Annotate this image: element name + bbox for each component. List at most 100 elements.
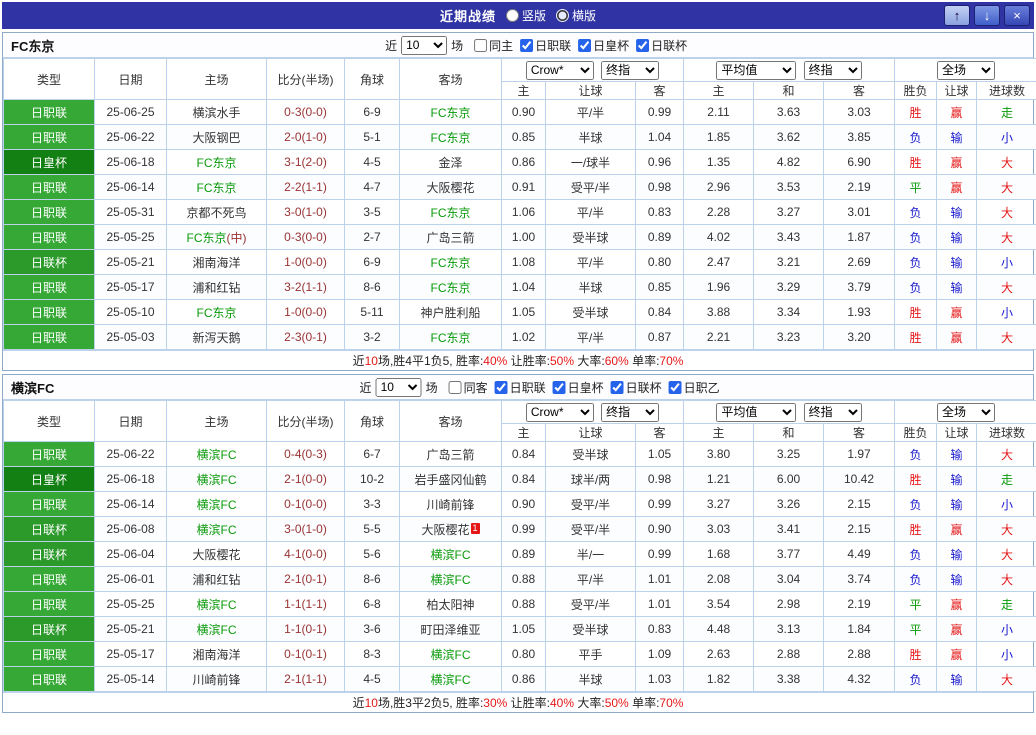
col-corner: 角球 <box>344 58 400 100</box>
vertical-radio[interactable] <box>505 9 519 22</box>
away-team: FC东京 <box>399 324 502 350</box>
handicap-away-odds: 1.01 <box>635 591 684 617</box>
neutral-ground-note: (中) <box>226 230 247 245</box>
footer-stat-segment: 单率: <box>628 696 660 710</box>
final-score: 3-0(1-0) <box>266 199 345 225</box>
col-type: 类型 <box>3 58 95 100</box>
league-badge: 日皇杯 <box>3 466 95 492</box>
avg-draw-odds: 2.98 <box>753 591 824 617</box>
view-option-horizontal[interactable]: 横版 <box>556 7 596 24</box>
corner-score: 5-5 <box>344 516 400 542</box>
filter-checkbox[interactable]: 日职联 <box>520 37 571 54</box>
match-count-select[interactable]: 10 <box>401 35 448 55</box>
result-handicap: 赢 <box>936 299 977 325</box>
result-wdl: 胜 <box>894 466 937 492</box>
handicap-home-odds: 0.89 <box>501 541 546 567</box>
result-handicap: 赢 <box>936 324 977 350</box>
filter-bar: 近 10 场 同客 日职联 日皇杯 日联杯 日职乙 <box>360 377 720 397</box>
filter-checkbox[interactable]: 日职乙 <box>668 379 720 396</box>
odds-time-select[interactable]: 终指 <box>601 402 660 422</box>
corner-score: 3-6 <box>344 616 400 642</box>
result-goals: 大 <box>975 441 1036 467</box>
checkbox-input[interactable] <box>494 380 508 394</box>
footer-stat-segment: 40% <box>483 354 508 368</box>
sub-col-avg-away: 客 <box>823 81 895 100</box>
checkbox-input[interactable] <box>448 380 462 394</box>
corner-score: 8-6 <box>344 274 400 300</box>
checkbox-input[interactable] <box>474 38 488 52</box>
checkbox-input[interactable] <box>578 38 592 52</box>
average-select[interactable]: 平均值 <box>716 402 797 422</box>
filter-checkbox[interactable]: 日职联 <box>494 379 546 396</box>
recent-matches-table-yokohama-fc: 类型 日期 主场 比分(半场) 角球 客场 Crow* 终指 平均值 终指 全场 <box>3 400 1036 692</box>
avg-away-odds: 2.15 <box>823 491 895 517</box>
avg-away-odds: 3.20 <box>823 324 895 350</box>
handicap-away-odds: 1.04 <box>635 124 684 150</box>
scope-select[interactable]: 全场 <box>937 60 996 80</box>
view-option-vertical[interactable]: 竖版 <box>505 7 546 24</box>
move-down-button[interactable]: ↓ <box>974 5 1000 26</box>
checkbox-input[interactable] <box>636 38 650 52</box>
filter-checkbox[interactable]: 日皇杯 <box>578 37 629 54</box>
home-team: 横滨FC <box>166 591 267 617</box>
checkbox-input[interactable] <box>610 380 624 394</box>
handicap-away-odds: 0.90 <box>635 516 684 542</box>
away-team: 大阪樱花 1 <box>399 516 502 542</box>
home-team: 浦和红钻 <box>166 566 267 592</box>
vertical-radio-label: 竖版 <box>521 9 546 23</box>
final-score: 0-1(0-0) <box>266 491 345 517</box>
col-home: 主场 <box>166 400 267 442</box>
avg-home-odds: 3.54 <box>683 591 754 617</box>
result-wdl: 负 <box>894 666 937 692</box>
handicap-away-odds: 0.80 <box>635 249 684 275</box>
away-team: 横滨FC <box>399 566 502 592</box>
average-select[interactable]: 平均值 <box>716 60 797 80</box>
avg-home-odds: 2.21 <box>683 324 754 350</box>
scope-select[interactable]: 全场 <box>937 402 996 422</box>
avg-time-select[interactable]: 终指 <box>803 402 862 422</box>
footer-stat-segment: 大率: <box>574 354 605 368</box>
checkbox-input[interactable] <box>552 380 566 394</box>
filter-checkbox[interactable]: 日皇杯 <box>552 379 604 396</box>
close-button[interactable]: × <box>1004 5 1030 26</box>
checkbox-label: 日联杯 <box>625 380 662 395</box>
bookmaker-select[interactable]: Crow* <box>525 60 594 80</box>
handicap-home-odds: 1.00 <box>501 224 546 250</box>
odds-time-select[interactable]: 终指 <box>601 60 660 80</box>
match-count-select[interactable]: 10 <box>375 377 422 397</box>
filter-checkbox[interactable]: 日联杯 <box>636 37 687 54</box>
result-wdl: 负 <box>894 124 937 150</box>
team-panel-fc-tokyo: FC东京 近 10 场 同主 日职联 日皇杯 日联杯 类型 日期 主场 比分(半场) … <box>2 32 1036 371</box>
avg-away-odds: 2.69 <box>823 249 895 275</box>
avg-time-select[interactable]: 终指 <box>803 60 862 80</box>
final-score: 3-1(2-0) <box>266 149 345 175</box>
sub-col-home-odds: 主 <box>501 81 546 100</box>
result-goals: 小 <box>975 641 1036 667</box>
away-team: 广岛三箭 <box>399 441 502 467</box>
bookmaker-select[interactable]: Crow* <box>525 402 594 422</box>
horizontal-radio[interactable] <box>556 9 569 22</box>
corner-score: 6-8 <box>344 591 400 617</box>
handicap-away-odds: 0.98 <box>635 466 684 492</box>
avg-away-odds: 1.87 <box>823 224 895 250</box>
match-row: 日联杯 25-06-08 横滨FC 3-0(1-0) 5-5 大阪樱花 1 0.99 受平/半 0… <box>3 516 1036 542</box>
filter-checkbox[interactable]: 同客 <box>448 379 488 396</box>
handicap-line: 球半/两 <box>545 466 636 492</box>
handicap-home-odds: 1.05 <box>501 616 546 642</box>
move-up-button[interactable]: ↑ <box>944 5 970 26</box>
col-score: 比分(半场) <box>266 400 345 442</box>
avg-draw-odds: 4.82 <box>753 149 824 175</box>
handicap-home-odds: 1.08 <box>501 249 546 275</box>
filter-checkbox[interactable]: 日联杯 <box>610 379 662 396</box>
result-goals: 大 <box>975 666 1036 692</box>
home-team: 横滨FC <box>166 616 267 642</box>
checkbox-input[interactable] <box>668 380 682 394</box>
filter-checkbox[interactable]: 同主 <box>474 37 513 54</box>
home-team: 湘南海洋 <box>166 641 267 667</box>
match-row: 日联杯 25-05-21 湘南海洋 1-0(0-0) 6-9 FC东京 1.08 平/半 0.8… <box>3 249 1036 275</box>
corner-score: 3-2 <box>344 324 400 350</box>
sub-col-goals: 进球数 <box>975 423 1036 442</box>
handicap-away-odds: 1.01 <box>635 566 684 592</box>
final-score: 3-0(1-0) <box>266 516 345 542</box>
checkbox-input[interactable] <box>520 38 534 52</box>
